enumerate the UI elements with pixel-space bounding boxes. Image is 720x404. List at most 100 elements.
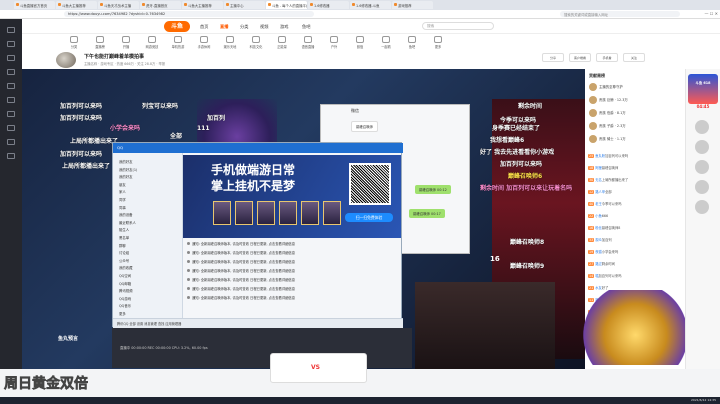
rank-item[interactable]: 贵族 巨鲸 · 12.3万: [589, 96, 628, 104]
qq-message-item[interactable]: 通知: 全新巅峰召唤师版本, 请及时查收 日程已更新, 点击查看详细信息: [187, 250, 295, 255]
qq-tree-item[interactable]: 我的收藏: [119, 265, 133, 270]
sidebar-app-icon[interactable]: [7, 97, 15, 103]
category-item[interactable]: 正能量: [270, 35, 294, 49]
browser-tab[interactable]: 斗鱼大主播推荐: [182, 1, 223, 9]
qq-tree-item[interactable]: QQ游戏: [119, 296, 131, 301]
category-item[interactable]: 更多: [426, 35, 450, 49]
chat-username[interactable]: 老王: [595, 202, 602, 206]
qq-message-item[interactable]: 通知: 全新巅峰召唤师版本, 请及时查收 日程已更新, 点击查看详细信息: [187, 295, 295, 300]
chat-username[interactable]: 无名: [595, 178, 602, 182]
category-item[interactable]: 语音直播: [296, 35, 320, 49]
promo-badge[interactable]: 斗鱼 618: [688, 74, 718, 104]
category-item[interactable]: 户外: [322, 35, 346, 49]
sidebar-app-icon[interactable]: [7, 153, 15, 159]
qq-message-item[interactable]: 通知: 全新巅峰召唤师版本, 请及时查收 日程已更新, 点击查看详细信息: [187, 259, 295, 264]
avatar[interactable]: [695, 120, 709, 134]
category-item[interactable]: 一起看: [374, 35, 398, 49]
qq-message-item[interactable]: 通知: 全新巅峰召唤师版本, 请及时查收 日程已更新, 点击查看详细信息: [187, 286, 295, 291]
browser-tab[interactable]: 斗鱼 - 每个人的直播平台: [266, 1, 307, 9]
browser-tab[interactable]: 斗鱼天才战术主播: [98, 1, 139, 9]
qq-tree-item[interactable]: 同学: [119, 197, 126, 202]
qq-message-item[interactable]: 通知: 全新巅峰召唤师版本, 请及时查收 日程已更新, 点击查看详细信息: [187, 268, 295, 273]
nav-item[interactable]: 分类: [240, 24, 248, 30]
qq-tree-item[interactable]: 群聊: [119, 243, 126, 248]
nav-item[interactable]: 视频: [260, 24, 268, 30]
chat-username[interactable]: 路过: [595, 262, 602, 266]
avatar[interactable]: [695, 180, 709, 194]
scan-free-button[interactable]: 扫一扫免费体验: [345, 213, 393, 222]
avatar[interactable]: [695, 200, 709, 214]
qq-tree-item[interactable]: QQ音乐: [119, 303, 131, 308]
nav-item[interactable]: 直播: [220, 24, 228, 30]
qq-tree-item[interactable]: 朋友: [119, 182, 126, 187]
qq-tree-item[interactable]: QQ空间: [119, 273, 131, 278]
sidebar-app-icon[interactable]: [7, 125, 15, 131]
sidebar-app-icon[interactable]: [7, 111, 15, 117]
sidebar-app-icon[interactable]: [7, 83, 15, 89]
rank-item[interactable]: 贵族 伯爵 · 8.1万: [589, 109, 626, 117]
chat-username[interactable]: 阿狸: [595, 166, 602, 170]
url-input[interactable]: https://www.douyu.com/7634982 ?dyshid=0-…: [64, 11, 314, 17]
qq-tree-item[interactable]: 家人: [119, 189, 126, 194]
browser-tab[interactable]: 游戏推荐: [392, 1, 433, 9]
rank-item[interactable]: 贵族 子爵 · 2.3万: [589, 122, 626, 130]
category-item[interactable]: 科技文化: [244, 35, 268, 49]
browser-search-input[interactable]: 搜索的关键词或直接输入网址: [560, 11, 680, 17]
qq-tree-item[interactable]: 陌生人: [119, 227, 129, 232]
douyu-logo[interactable]: 斗鱼: [164, 21, 190, 32]
chat-username[interactable]: 小鱼: [595, 214, 602, 218]
qq-tree-item[interactable]: 黑名单: [119, 235, 129, 240]
vs-card[interactable]: VS: [270, 353, 367, 383]
chat-username[interactable]: 路人甲: [595, 190, 605, 194]
sidebar-app-icon[interactable]: [7, 139, 15, 145]
site-search-input[interactable]: 搜索: [422, 22, 494, 30]
browser-tab[interactable]: 1.6修改器: [308, 1, 349, 9]
qq-tree-item[interactable]: 我的好友: [119, 159, 133, 164]
room-action-button[interactable]: 客户端看: [569, 53, 591, 62]
category-item[interactable]: 网游竞技: [140, 35, 164, 49]
browser-tab[interactable]: 1.6修改器-斗鱼: [350, 1, 391, 9]
chat-username[interactable]: 鱼丸粉: [595, 154, 605, 158]
category-item[interactable]: 颜值: [348, 35, 372, 49]
sidebar-app-icon[interactable]: [7, 41, 15, 47]
rank-item[interactable]: 主播的至尊守护: [589, 83, 623, 91]
qq-window[interactable]: QQ 我的好友 我的好友(1) 我的好友 朋友 家人 同学 同事 我的设备 最近联系人 陌生人 黑名…: [112, 142, 403, 328]
nav-item[interactable]: 鱼吧: [302, 24, 310, 30]
avatar[interactable]: [695, 140, 709, 154]
sidebar-app-icon[interactable]: [7, 27, 15, 33]
qq-tree-item[interactable]: 同事: [119, 205, 126, 210]
category-item[interactable]: 分类: [62, 35, 86, 49]
room-action-button[interactable]: 分享: [542, 53, 564, 62]
chat-username[interactable]: 粉丝: [595, 226, 602, 230]
category-item[interactable]: 娱乐天地: [218, 35, 242, 49]
sidebar-app-icon[interactable]: [7, 69, 15, 75]
chat-username[interactable]: 观众: [595, 238, 602, 242]
streamer-avatar[interactable]: [56, 52, 76, 68]
qq-titlebar[interactable]: QQ: [113, 143, 403, 153]
category-item[interactable]: 开播: [114, 35, 138, 49]
window-controls[interactable]: — ☐ ✕: [705, 11, 718, 16]
qq-tree-item[interactable]: 公众号: [119, 258, 129, 263]
avatar[interactable]: [695, 160, 709, 174]
nav-item[interactable]: 首页: [200, 24, 208, 30]
qq-tree-item[interactable]: 我的好友: [119, 174, 133, 179]
category-item[interactable]: 手游休闲: [192, 35, 216, 49]
qq-tree-item[interactable]: 最近联系人: [119, 220, 136, 225]
category-item[interactable]: 单机热游: [166, 35, 190, 49]
qq-message-item[interactable]: 通知: 全新巅峰召唤师版本, 请及时查收 日程已更新, 点击查看详细信息: [187, 241, 295, 246]
qq-bottom-bar[interactable]: 腾讯QQ 全部 设置 消息管理 查找 应用管理器: [113, 318, 403, 328]
room-action-button[interactable]: 关注: [623, 53, 645, 62]
qq-tree-item[interactable]: 讨论组: [119, 250, 129, 255]
qq-tree-item[interactable]: 我的设备: [119, 212, 133, 217]
room-action-button[interactable]: 手机看: [596, 53, 618, 62]
browser-tab[interactable]: 主播中心: [224, 1, 265, 9]
chat-username[interactable]: 夜猫: [595, 250, 602, 254]
nav-item[interactable]: 游戏: [280, 24, 288, 30]
browser-tab[interactable]: 斗鱼大主播推荐: [56, 1, 97, 9]
qq-tree-item[interactable]: QQ邮箱: [119, 281, 131, 286]
browser-tab[interactable]: 虎牙-直播首页: [140, 1, 181, 9]
qq-tree-item[interactable]: 腾讯视频: [119, 288, 133, 293]
rank-item[interactable]: 贵族 骑士 · 1.1万: [589, 135, 626, 143]
qq-tree-item[interactable]: 更多: [119, 311, 126, 316]
category-item[interactable]: 鱼吧: [400, 35, 424, 49]
